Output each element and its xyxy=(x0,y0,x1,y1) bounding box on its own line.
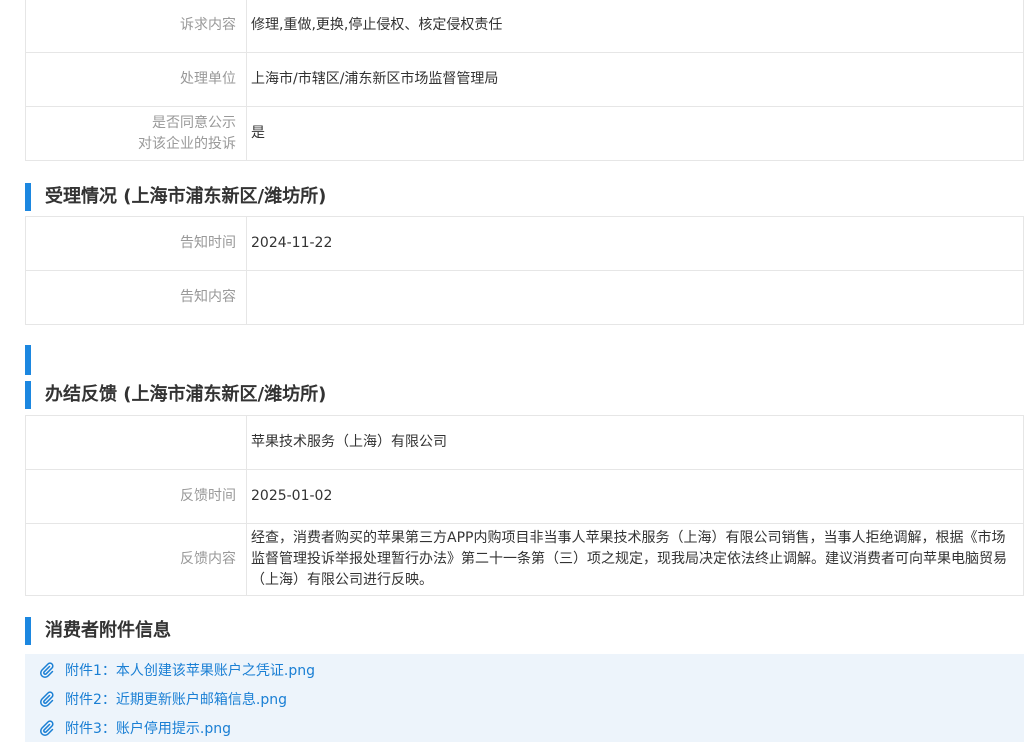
attachment-link[interactable]: 附件1：本人创建该苹果账户之凭证.png xyxy=(25,655,1024,684)
field-value-cell: 经查，消费者购买的苹果第三方APP内购项目非当事人苹果技术服务（上海）有限公司销… xyxy=(247,524,1023,595)
table-row-complaint-content: 诉求内容 修理,重做,更换,停止侵权、核定侵权责任 xyxy=(26,0,1023,53)
attachment-name: 附件3：账户停用提示.png xyxy=(65,720,232,737)
field-label-cell: 反馈内容 xyxy=(26,524,247,595)
acceptance-table: 告知时间 2024-11-22 告知内容 xyxy=(25,216,1024,325)
section-accent-bar xyxy=(25,345,31,375)
attachment-name: 附件1：本人创建该苹果账户之凭证.png xyxy=(65,662,316,679)
attachment-link[interactable]: 附件2：近期更新账户邮箱信息.png xyxy=(25,684,1024,713)
field-value-cell xyxy=(247,271,1023,324)
complaint-info-table: 诉求内容 修理,重做,更换,停止侵权、核定侵权责任 处理单位 上海市/市辖区/浦… xyxy=(25,0,1024,161)
field-label-cell: 处理单位 xyxy=(26,53,247,106)
field-label: 告知时间 xyxy=(180,235,236,251)
table-row-publicity-consent: 是否同意公示 对该企业的投诉 是 xyxy=(26,107,1023,161)
section-header-empty xyxy=(25,345,1024,375)
complaint-detail-page: 诉求内容 修理,重做,更换,停止侵权、核定侵权责任 处理单位 上海市/市辖区/浦… xyxy=(25,0,1024,742)
field-label: 告知内容 xyxy=(180,289,236,305)
field-value-cell: 上海市/市辖区/浦东新区市场监督管理局 xyxy=(247,53,1023,106)
attachment-name: 附件2：近期更新账户邮箱信息.png xyxy=(65,691,288,708)
table-row-handling-unit: 处理单位 上海市/市辖区/浦东新区市场监督管理局 xyxy=(26,53,1023,107)
section-accent-bar xyxy=(25,617,31,645)
field-value-cell: 修理,重做,更换,停止侵权、核定侵权责任 xyxy=(247,0,1023,52)
paperclip-icon xyxy=(39,719,55,736)
table-row-notify-content: 告知内容 xyxy=(26,271,1023,325)
field-label-cell: 告知内容 xyxy=(26,271,247,324)
feedback-table: 苹果技术服务（上海）有限公司 反馈时间 2025-01-02 反馈内容 经查，消… xyxy=(25,415,1024,596)
paperclip-icon xyxy=(39,661,55,678)
attachment-list: 附件1：本人创建该苹果账户之凭证.png 附件2：近期更新账户邮箱信息.png … xyxy=(25,654,1024,742)
field-value-cell: 2025-01-02 xyxy=(247,470,1023,523)
paperclip-icon xyxy=(39,690,55,707)
field-label-line-2: 对该企业的投诉 xyxy=(138,135,236,152)
attachment-link[interactable]: 附件3：账户停用提示.png xyxy=(25,713,1024,742)
field-value: 上海市/市辖区/浦东新区市场监督管理局 xyxy=(251,71,499,87)
field-label: 诉求内容 xyxy=(180,17,236,33)
field-value: 是 xyxy=(251,125,265,141)
field-value: 苹果技术服务（上海）有限公司 xyxy=(251,434,447,450)
field-label-line-1: 是否同意公示 xyxy=(152,114,236,131)
section-title: 受理情况 (上海市浦东新区/潍坊所) xyxy=(45,186,327,207)
field-value-cell: 是 xyxy=(247,107,1023,160)
table-row-feedback-time: 反馈时间 2025-01-02 xyxy=(26,470,1023,524)
field-value: 修理,重做,更换,停止侵权、核定侵权责任 xyxy=(251,17,503,33)
field-value: 2025-01-02 xyxy=(251,488,333,504)
field-label-cell xyxy=(26,416,247,469)
section-title: 消费者附件信息 xyxy=(45,620,171,641)
field-value-cell: 2024-11-22 xyxy=(247,217,1023,270)
table-row-company: 苹果技术服务（上海）有限公司 xyxy=(26,416,1023,470)
field-label: 反馈内容 xyxy=(180,551,236,567)
section-header-feedback: 办结反馈 (上海市浦东新区/潍坊所) xyxy=(25,381,1024,409)
field-value: 2024-11-22 xyxy=(251,235,333,251)
field-value-cell: 苹果技术服务（上海）有限公司 xyxy=(247,416,1023,469)
section-accent-bar xyxy=(25,183,31,211)
field-label-cell: 反馈时间 xyxy=(26,470,247,523)
table-row-notify-time: 告知时间 2024-11-22 xyxy=(26,217,1023,271)
field-label-cell: 是否同意公示 对该企业的投诉 xyxy=(26,107,247,160)
field-label-cell: 告知时间 xyxy=(26,217,247,270)
section-accent-bar xyxy=(25,381,31,409)
field-value: 经查，消费者购买的苹果第三方APP内购项目非当事人苹果技术服务（上海）有限公司销… xyxy=(251,530,1007,588)
field-label-cell: 诉求内容 xyxy=(26,0,247,52)
field-label: 处理单位 xyxy=(180,71,236,87)
section-header-acceptance: 受理情况 (上海市浦东新区/潍坊所) xyxy=(25,183,1024,211)
field-label: 反馈时间 xyxy=(180,488,236,504)
section-header-attachments: 消费者附件信息 xyxy=(25,617,1024,645)
section-title: 办结反馈 (上海市浦东新区/潍坊所) xyxy=(45,384,327,405)
table-row-feedback-content: 反馈内容 经查，消费者购买的苹果第三方APP内购项目非当事人苹果技术服务（上海）… xyxy=(26,524,1023,596)
